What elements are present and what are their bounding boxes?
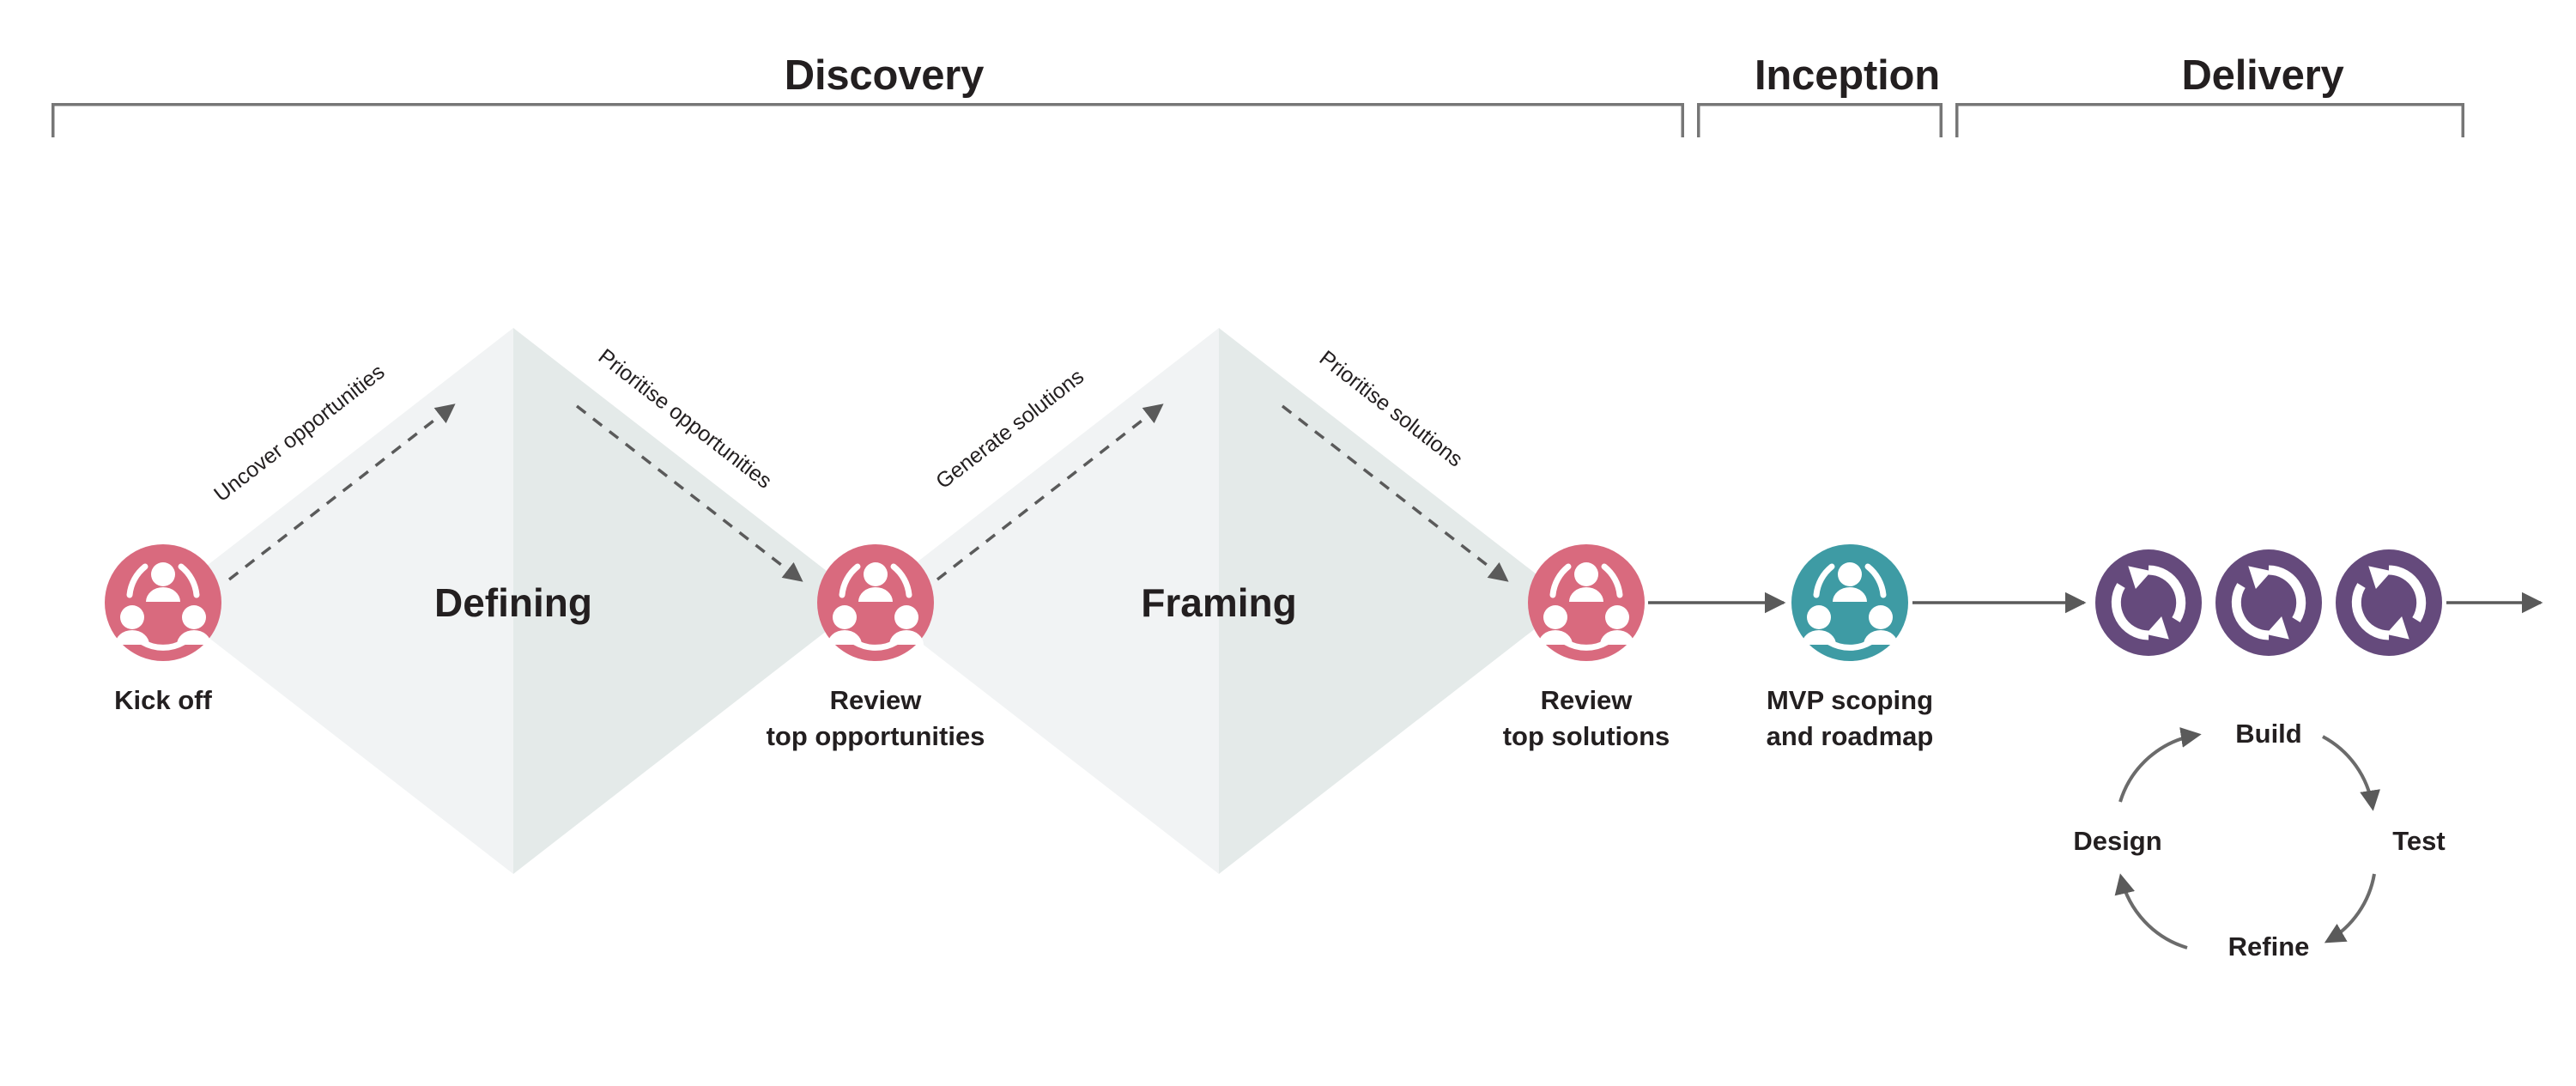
milestone-label-review-top-solutions: Review top solutions — [1502, 685, 1670, 751]
cycle-arrow-refine-to-design — [2114, 873, 2188, 949]
milestone-review-top-opportunities[interactable] — [817, 544, 934, 661]
diamond-label-framing: Framing — [1141, 580, 1297, 625]
milestone-label-review-top-opportunities: Review top opportunities — [766, 685, 985, 751]
iteration-circle-3[interactable] — [2336, 549, 2442, 656]
cycle-arrow-design-to-build — [2118, 727, 2202, 803]
phase-title-discovery: Discovery — [784, 52, 985, 99]
diagram-vector-layer — [52, 103, 2543, 949]
phase-bracket-inception — [1697, 103, 1943, 137]
phase-title-inception: Inception — [1755, 52, 1940, 99]
cycle-arrow-test-to-refine — [2324, 873, 2376, 943]
milestone-label-kick-off: Kick off — [114, 685, 212, 715]
diagram-canvas: Discovery Inception Delivery Defining Fr… — [0, 0, 2576, 1086]
iteration-circle-2[interactable] — [2215, 549, 2322, 656]
iteration-circle-1[interactable] — [2095, 549, 2202, 656]
phase-bracket-delivery — [1955, 103, 2464, 137]
milestone-review-top-solutions[interactable] — [1528, 544, 1645, 661]
milestone-mvp-scoping-and-roadmap[interactable] — [1791, 544, 1908, 661]
phase-title-delivery: Delivery — [2181, 52, 2344, 99]
diamond-label-defining: Defining — [434, 580, 592, 625]
cycle-step-refine: Refine — [2227, 931, 2310, 962]
cycle-arrow-build-to-test — [2322, 735, 2380, 811]
cycle-step-test: Test — [2392, 826, 2446, 856]
milestone-label-mvp-scoping-and-roadmap: MVP scoping and roadmap — [1766, 685, 1934, 751]
cycle-step-design: Design — [2073, 826, 2162, 856]
cycle-step-build: Build — [2235, 719, 2302, 749]
milestone-kick-off[interactable] — [105, 544, 221, 661]
phase-bracket-discovery — [52, 103, 1684, 137]
